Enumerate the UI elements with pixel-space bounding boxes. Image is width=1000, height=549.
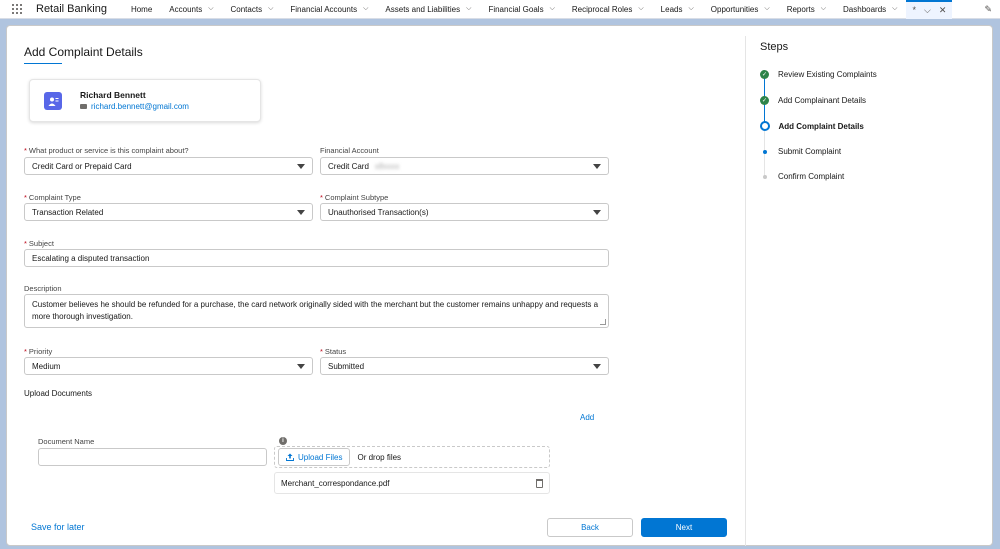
save-for-later-link[interactable]: Save for later bbox=[31, 522, 85, 532]
future-step-dot-icon bbox=[760, 172, 769, 181]
caret-down-icon bbox=[297, 210, 305, 215]
caret-down-icon bbox=[593, 210, 601, 215]
caret-down-icon bbox=[593, 164, 601, 169]
subject-label: * Subject bbox=[24, 239, 54, 248]
step-confirm-complaint: Confirm Complaint bbox=[760, 172, 844, 181]
chevron-down-icon[interactable]: ⌵ bbox=[268, 5, 273, 13]
upload-documents-label: Upload Documents bbox=[24, 389, 93, 398]
masked-account-number: x8xxxx bbox=[374, 161, 400, 171]
complaint-subtype-select[interactable]: Unauthorised Transaction(s) bbox=[320, 203, 609, 221]
contact-card: Richard Bennett richard.bennett@gmail.co… bbox=[29, 79, 261, 122]
tab-active-workspace[interactable]: * ⌵ ✕ bbox=[906, 0, 953, 19]
step-add-complainant-details: ✓ Add Complainant Details bbox=[760, 96, 866, 105]
chevron-down-icon[interactable]: ⌵ bbox=[924, 5, 931, 16]
description-label: Description bbox=[24, 284, 62, 293]
current-step-ring-icon bbox=[759, 121, 770, 131]
chevron-down-icon[interactable]: ⌵ bbox=[363, 5, 368, 13]
step-label: Review Existing Complaints bbox=[778, 70, 877, 79]
step-label: Submit Complaint bbox=[778, 147, 842, 156]
complaint-subtype-label: * Complaint Subtype bbox=[320, 193, 389, 202]
steps-title: Steps bbox=[760, 41, 789, 53]
next-step-dot-icon bbox=[760, 147, 769, 156]
caret-down-icon bbox=[593, 364, 601, 369]
trash-icon[interactable] bbox=[536, 479, 543, 488]
contact-name: Richard Bennett bbox=[80, 90, 146, 100]
contact-email-row: richard.bennett@gmail.com bbox=[80, 102, 189, 111]
financial-account-label: Financial Account bbox=[320, 146, 379, 155]
chevron-down-icon[interactable]: ⌵ bbox=[821, 5, 826, 13]
chevron-down-icon[interactable]: ⌵ bbox=[638, 5, 643, 13]
nav-item-financial-goals[interactable]: Financial Goals ⌵ bbox=[480, 0, 563, 19]
chevron-down-icon[interactable]: ⌵ bbox=[764, 5, 769, 13]
nav-item-accounts[interactable]: Accounts ⌵ bbox=[161, 0, 222, 19]
priority-label: * Priority bbox=[24, 347, 53, 356]
step-submit-complaint: Submit Complaint bbox=[760, 147, 841, 156]
uploaded-file-name: Merchant_correspondance.pdf bbox=[281, 478, 390, 488]
nav-item-contacts[interactable]: Contacts ⌵ bbox=[223, 0, 283, 19]
uploaded-file-row: Merchant_correspondance.pdf bbox=[274, 472, 550, 494]
upload-icon bbox=[286, 453, 294, 461]
upload-files-button[interactable]: Upload Files bbox=[278, 448, 351, 466]
chevron-down-icon[interactable]: ⌵ bbox=[208, 5, 213, 13]
description-text: Customer believes he should be refunded … bbox=[32, 300, 599, 321]
chevron-down-icon[interactable]: ⌵ bbox=[550, 5, 555, 13]
close-icon[interactable]: ✕ bbox=[939, 5, 947, 16]
status-label: * Status bbox=[320, 347, 347, 356]
subject-input[interactable]: Escalating a disputed transaction bbox=[24, 249, 609, 267]
document-name-input[interactable] bbox=[38, 448, 267, 466]
contact-email-link[interactable]: richard.bennett@gmail.com bbox=[91, 102, 189, 111]
description-textarea[interactable]: Customer believes he should be refunded … bbox=[24, 294, 609, 328]
app-name: Retail Banking bbox=[36, 3, 107, 15]
step-review-existing-complaints: ✓ Review Existing Complaints bbox=[760, 70, 877, 79]
contact-avatar-icon bbox=[44, 92, 62, 110]
upload-files-label: Upload Files bbox=[298, 452, 343, 462]
step-label: Confirm Complaint bbox=[778, 172, 845, 181]
nav-item-opportunities[interactable]: Opportunities ⌵ bbox=[703, 0, 779, 19]
file-drop-zone[interactable]: Upload Files Or drop files bbox=[274, 446, 550, 468]
steps-divider bbox=[745, 36, 746, 546]
info-icon[interactable]: i bbox=[279, 437, 287, 445]
title-underline bbox=[24, 63, 62, 64]
step-label: Add Complainant Details bbox=[778, 96, 867, 105]
nav-item-home[interactable]: Home bbox=[123, 0, 161, 19]
product-label: * What product or service is this complai… bbox=[24, 146, 189, 155]
nav-item-assets-liabilities[interactable]: Assets and Liabilities ⌵ bbox=[377, 0, 480, 19]
nav-item-dashboards[interactable]: Dashboards ⌵ bbox=[835, 0, 906, 19]
step-add-complaint-details: Add Complaint Details bbox=[759, 121, 864, 131]
resize-handle-icon[interactable] bbox=[600, 319, 606, 325]
step-label: Add Complaint Details bbox=[778, 121, 864, 131]
global-navigation: Retail Banking Home Accounts ⌵ Contacts ⌵ … bbox=[0, 0, 1000, 19]
page-title: Add Complaint Details bbox=[24, 45, 143, 59]
priority-select[interactable]: Medium bbox=[24, 357, 313, 375]
caret-down-icon bbox=[297, 364, 305, 369]
add-document-link[interactable]: Add bbox=[580, 413, 594, 422]
chevron-down-icon[interactable]: ⌵ bbox=[466, 5, 471, 13]
drop-files-text: Or drop files bbox=[357, 452, 402, 462]
caret-down-icon bbox=[297, 164, 305, 169]
checkmark-icon: ✓ bbox=[760, 70, 769, 79]
checkmark-icon: ✓ bbox=[760, 96, 769, 105]
edit-nav-pencil-icon[interactable]: ✎ bbox=[984, 4, 992, 15]
app-launcher-icon[interactable] bbox=[6, 0, 28, 19]
nav-item-financial-accounts[interactable]: Financial Accounts ⌵ bbox=[282, 0, 377, 19]
status-select[interactable]: Submitted bbox=[320, 357, 609, 375]
complaint-type-label: * Complaint Type bbox=[24, 193, 81, 202]
complaint-type-select[interactable]: Transaction Related bbox=[24, 203, 313, 221]
next-button[interactable]: Next bbox=[641, 518, 727, 537]
financial-account-select[interactable]: Credit Card x8xxxx bbox=[320, 157, 609, 175]
mail-icon bbox=[80, 104, 87, 109]
active-tab-label: * bbox=[912, 5, 916, 15]
nav-item-leads[interactable]: Leads ⌵ bbox=[653, 0, 703, 19]
chevron-down-icon[interactable]: ⌵ bbox=[892, 5, 897, 13]
chevron-down-icon[interactable]: ⌵ bbox=[688, 5, 693, 13]
nav-item-reports[interactable]: Reports ⌵ bbox=[779, 0, 835, 19]
product-select[interactable]: Credit Card or Prepaid Card bbox=[24, 157, 313, 175]
nav-item-reciprocal-roles[interactable]: Reciprocal Roles ⌵ bbox=[564, 0, 653, 19]
back-button[interactable]: Back bbox=[547, 518, 633, 537]
document-name-label: Document Name bbox=[38, 437, 95, 446]
